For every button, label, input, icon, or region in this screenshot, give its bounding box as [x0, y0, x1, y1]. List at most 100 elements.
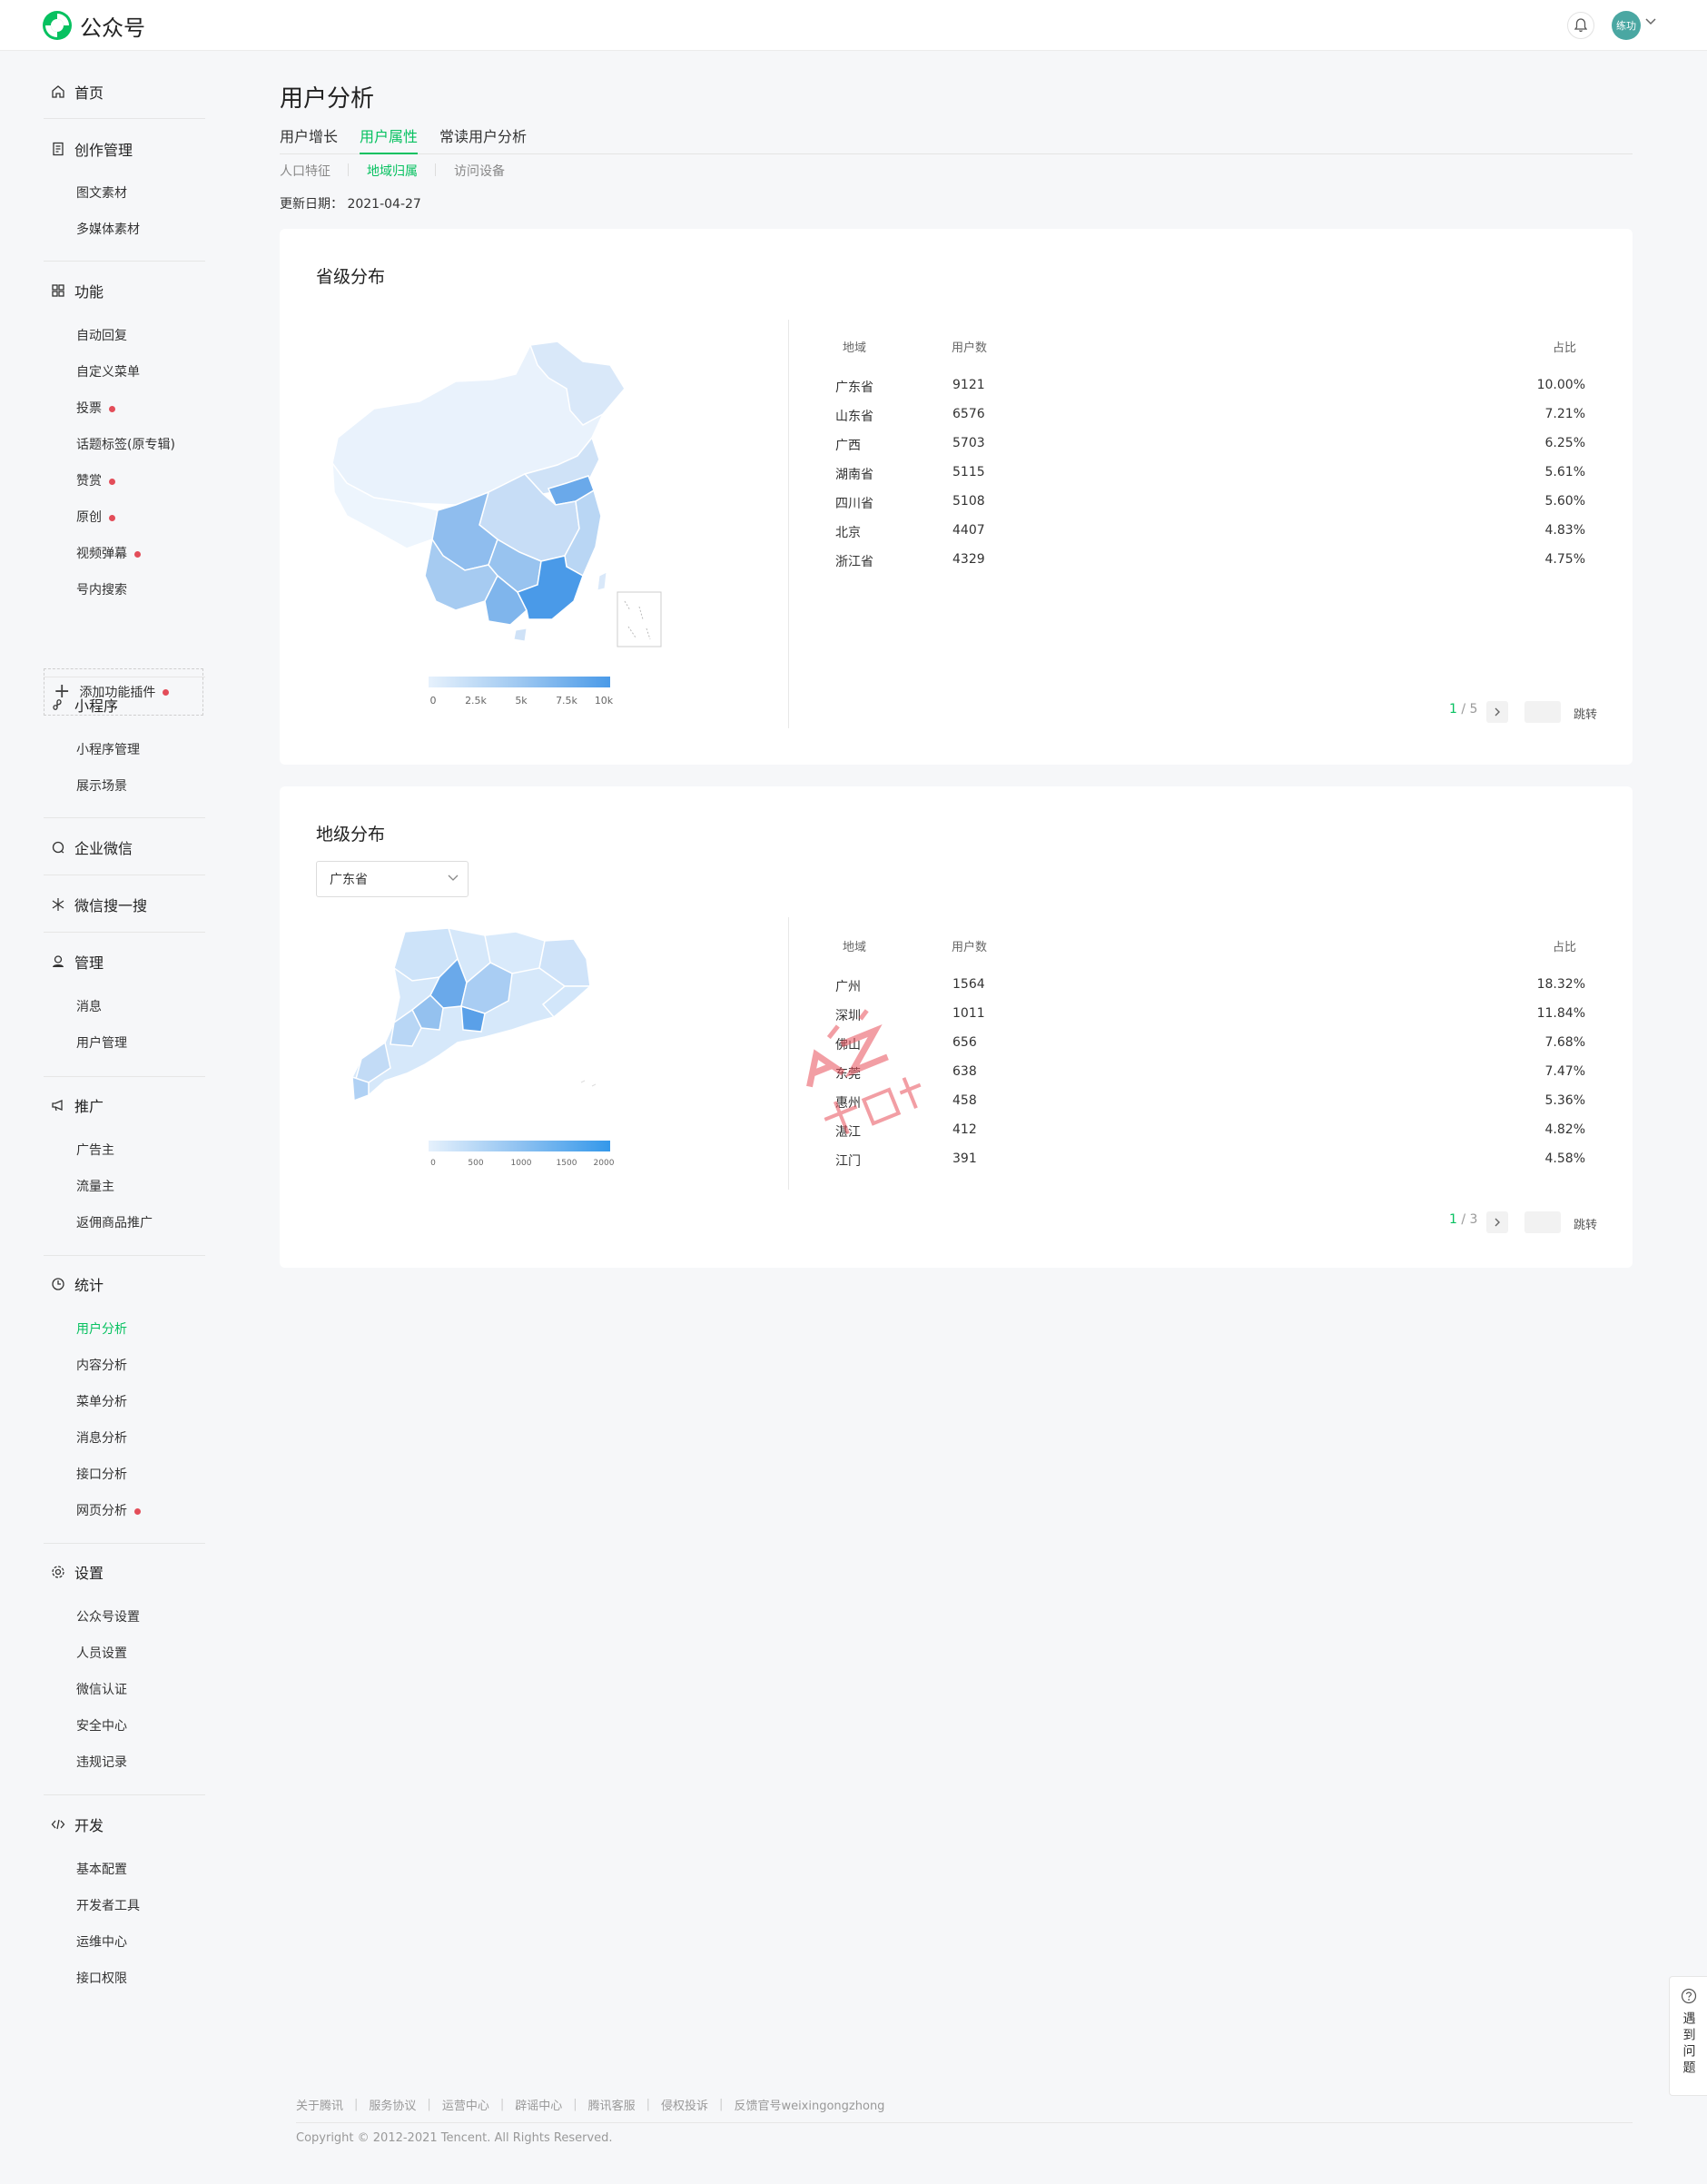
sidebar-item-account-settings[interactable]: 公众号设置: [76, 1608, 140, 1626]
sidebar-item-vote[interactable]: 投票: [76, 400, 115, 418]
tab-frequent-readers[interactable]: 常读用户分析: [439, 127, 527, 154]
sidebar-item-menu-analysis[interactable]: 菜单分析: [76, 1393, 127, 1411]
sidebar-item-media[interactable]: 多媒体素材: [76, 221, 140, 239]
avatar[interactable]: 练功: [1612, 11, 1641, 40]
table-cell-region: 山东省: [835, 410, 873, 424]
pager-next-button[interactable]: [1486, 1211, 1508, 1233]
question-circle-icon: [1681, 1988, 1696, 2004]
footer-link[interactable]: 运营中心: [442, 2096, 489, 2113]
sidebar-item-message-analysis[interactable]: 消息分析: [76, 1429, 127, 1448]
sidebar-item-web-analysis[interactable]: 网页分析: [76, 1502, 141, 1520]
sidebar-group-create[interactable]: 创作管理: [51, 138, 133, 160]
pager-jump-input[interactable]: [1524, 701, 1561, 723]
sidebar-item-label: 赞赏: [76, 474, 102, 489]
sidebar-group-promote[interactable]: 推广: [51, 1094, 104, 1116]
sidebar-item-home[interactable]: 首页: [51, 81, 104, 103]
sidebar-group-features[interactable]: 功能: [51, 280, 104, 301]
subtab-region[interactable]: 地域归属: [367, 162, 418, 180]
sidebar-item-user-manage[interactable]: 用户管理: [76, 1034, 127, 1052]
subtab-devices[interactable]: 访问设备: [454, 162, 505, 180]
table-cell-region: 惠州: [835, 1096, 861, 1111]
table-cell-ratio: 7.68%: [1544, 1035, 1585, 1050]
sidebar-item-basic-config[interactable]: 基本配置: [76, 1861, 127, 1879]
user-manage-icon: [53, 955, 64, 967]
sidebar-item-topic-tags[interactable]: 话题标签(原专辑): [76, 436, 175, 454]
table-cell-region: 东莞: [835, 1067, 861, 1082]
sidebar-group-label: 管理: [74, 954, 104, 972]
table-cell-ratio: 11.84%: [1536, 1006, 1585, 1021]
wechat-official-logo-icon: [43, 11, 72, 40]
map-region-hainan[interactable]: [513, 628, 528, 642]
map-region-taiwan[interactable]: [597, 571, 607, 591]
divider: [44, 1076, 205, 1077]
sidebar-item-wechat-search[interactable]: 微信搜一搜: [51, 894, 147, 915]
footer-links: 关于腾讯 | 服务协议 | 运营中心 | 辟谣中心 | 腾讯客服 | 侵权投诉 | 反馈官号…: [296, 2096, 885, 2113]
sidebar-item-reward[interactable]: 赞赏: [76, 472, 115, 490]
legend-label: 0: [430, 1159, 436, 1168]
sidebar-item-video-danmaku[interactable]: 视频弹幕: [76, 545, 141, 563]
sidebar-group-miniprogram[interactable]: 小程序: [51, 694, 118, 716]
guangdong-map[interactable]: [349, 923, 639, 1141]
sidebar-group-settings[interactable]: 设置: [51, 1561, 104, 1583]
sidebar-group-manage[interactable]: 管理: [51, 951, 104, 973]
sidebar-group-stats[interactable]: 统计: [51, 1273, 104, 1295]
sidebar-group-label: 推广: [74, 1098, 104, 1115]
sidebar-item-publisher[interactable]: 流量主: [76, 1178, 114, 1196]
footer-link[interactable]: 关于腾讯: [296, 2096, 343, 2113]
legend-label: 5k: [515, 695, 528, 707]
copyright: Copyright © 2012-2021 Tencent. All Right…: [296, 2131, 613, 2145]
sidebar-item-image-text[interactable]: 图文素材: [76, 184, 127, 203]
pager-next-button[interactable]: [1486, 701, 1508, 723]
tab-user-attributes[interactable]: 用户属性: [360, 127, 419, 154]
pager-jump-button[interactable]: 跳转: [1574, 705, 1597, 722]
footer-link[interactable]: 辟谣中心: [515, 2096, 562, 2113]
sidebar-item-api-analysis[interactable]: 接口分析: [76, 1466, 127, 1484]
new-badge-dot: [163, 688, 170, 696]
sidebar-item-staff-settings[interactable]: 人员设置: [76, 1645, 127, 1663]
sidebar-item-display-scene[interactable]: 展示场景: [76, 777, 127, 796]
divider: [296, 2122, 1633, 2123]
table-cell-ratio: 5.61%: [1544, 465, 1585, 479]
sidebar-item-wework[interactable]: 企业微信: [51, 836, 133, 858]
china-map[interactable]: [320, 338, 719, 656]
sidebar-item-in-account-search[interactable]: 号内搜索: [76, 581, 127, 599]
sidebar-item-original[interactable]: 原创: [76, 509, 115, 527]
tab-user-growth[interactable]: 用户增长: [280, 127, 338, 154]
sidebar-item-content-analysis[interactable]: 内容分析: [76, 1357, 127, 1375]
sidebar-item-user-analysis[interactable]: 用户分析: [76, 1320, 127, 1339]
legend-label: 10k: [594, 695, 614, 707]
pager-jump-button[interactable]: 跳转: [1574, 1215, 1597, 1232]
sidebar-item-miniprogram-manage[interactable]: 小程序管理: [76, 741, 140, 759]
footer-link[interactable]: 反馈官号weixingongzhong: [734, 2096, 884, 2113]
sidebar-item-security-center[interactable]: 安全中心: [76, 1717, 127, 1735]
table-cell-users: 656: [952, 1035, 977, 1050]
sidebar-item-api-permissions[interactable]: 接口权限: [76, 1970, 127, 1988]
legend-label: 0: [429, 695, 437, 707]
pager-jump-input[interactable]: [1524, 1211, 1561, 1233]
sidebar-item-label: 微信搜一搜: [74, 897, 148, 914]
divider: [788, 320, 789, 728]
sidebar-item-ops-center[interactable]: 运维中心: [76, 1933, 127, 1952]
sidebar-item-auto-reply[interactable]: 自动回复: [76, 327, 127, 345]
subtab-demographics[interactable]: 人口特征: [280, 162, 331, 180]
footer-link[interactable]: 侵权投诉: [661, 2096, 708, 2113]
sidebar-item-wechat-verify[interactable]: 微信认证: [76, 1681, 127, 1699]
sidebar-item-advertiser[interactable]: 广告主: [76, 1141, 114, 1160]
sidebar-item-dev-tools[interactable]: 开发者工具: [76, 1897, 140, 1915]
sidebar-item-custom-menu[interactable]: 自定义菜单: [76, 363, 140, 381]
province-select[interactable]: 广东省: [316, 861, 469, 897]
help-button[interactable]: 遇到问题: [1669, 1976, 1707, 2096]
sidebar-group-dev[interactable]: 开发: [51, 1813, 104, 1835]
table-cell-ratio: 10.00%: [1536, 378, 1585, 392]
notification-button[interactable]: [1567, 12, 1594, 39]
sidebar-item-violation-records[interactable]: 违规记录: [76, 1754, 127, 1772]
sidebar-item-commission-goods[interactable]: 返佣商品推广: [76, 1214, 153, 1232]
footer-link[interactable]: 服务协议: [369, 2096, 416, 2113]
chevron-down-icon[interactable]: [1645, 18, 1656, 25]
brand[interactable]: 公众号: [42, 9, 145, 42]
bell-icon: [1574, 18, 1587, 33]
pager-total: / 3: [1461, 1212, 1478, 1227]
sidebar-item-messages[interactable]: 消息: [76, 998, 102, 1016]
footer-link[interactable]: 腾讯客服: [588, 2096, 636, 2113]
update-date: 更新日期： 2021-04-27: [280, 197, 421, 212]
